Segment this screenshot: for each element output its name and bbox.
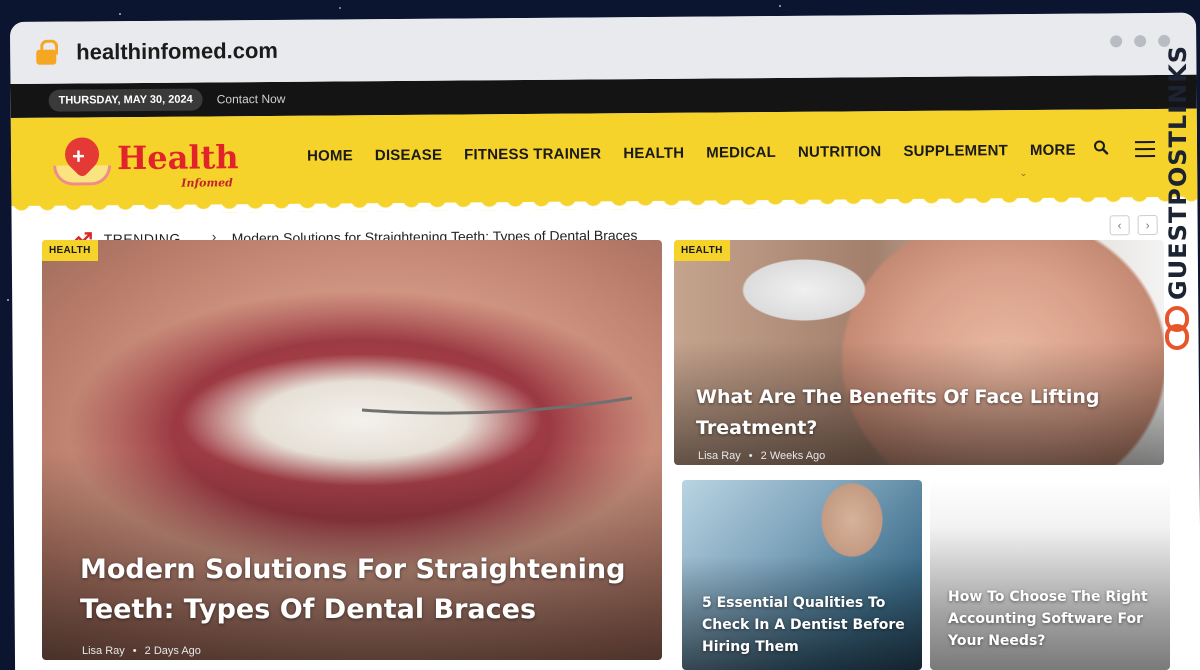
nav-item-supplement[interactable]: SUPPLEMENT: [903, 142, 1008, 160]
plus-icon: +: [71, 143, 86, 169]
prev-arrow-icon[interactable]: ‹: [1109, 215, 1130, 236]
nav-item-disease[interactable]: DISEASE: [375, 147, 442, 165]
chain-link-icon: [1165, 306, 1189, 350]
nav-item-home[interactable]: HOME: [307, 147, 353, 164]
category-badge[interactable]: HEALTH: [42, 240, 98, 261]
window-dot-icon[interactable]: [1134, 35, 1147, 48]
nav-item-fitness-trainer[interactable]: FITNESS TRAINER: [464, 145, 601, 163]
logo-subtitle: Infomed: [181, 176, 233, 190]
nav-item-health[interactable]: HEALTH: [623, 145, 684, 162]
chevron-down-icon[interactable]: ⌄: [1019, 168, 1027, 179]
window-dot-icon[interactable]: [1110, 35, 1123, 48]
date-badge: THURSDAY, MAY 30, 2024: [48, 88, 203, 112]
featured-post-card[interactable]: HEALTH Modern Solutions For Straightenin…: [42, 240, 662, 660]
contact-link[interactable]: Contact Now: [217, 92, 286, 107]
category-badge[interactable]: HEALTH: [674, 240, 730, 261]
post-title[interactable]: Modern Solutions For Straightening Teeth…: [80, 550, 640, 630]
post-title[interactable]: How To Choose The Right Accounting Softw…: [948, 586, 1158, 652]
post-meta: Lisa Ray • 2 Weeks Ago: [698, 450, 826, 462]
guestpostlinks-watermark: GUESTPOSTLINKS: [1160, 44, 1196, 360]
url-text[interactable]: healthinfomed.com: [76, 38, 278, 66]
nav-item-more[interactable]: MORE: [1030, 142, 1076, 159]
next-arrow-icon[interactable]: ›: [1137, 214, 1158, 236]
lock-icon: [36, 49, 57, 65]
main-navbar: + Health Infomed HOME DISEASE FITNESS TR…: [10, 108, 1198, 206]
menu-icon[interactable]: [1134, 141, 1156, 162]
logo-title: Health: [116, 138, 239, 178]
post-meta: Lisa Ray • 2 Days Ago: [82, 645, 201, 657]
watermark-text: GUESTPOSTLINKS: [1164, 44, 1192, 300]
window-controls: [1110, 34, 1171, 48]
author-name[interactable]: Lisa Ray: [698, 450, 741, 462]
post-card[interactable]: How To Choose The Right Accounting Softw…: [930, 480, 1170, 670]
nav-item-medical[interactable]: MEDICAL: [706, 144, 776, 162]
post-title[interactable]: 5 Essential Qualities To Check In A Dent…: [702, 592, 912, 658]
address-bar[interactable]: healthinfomed.com: [10, 12, 1197, 84]
author-name[interactable]: Lisa Ray: [82, 645, 125, 657]
post-card[interactable]: HEALTH What Are The Benefits Of Face Lif…: [674, 240, 1164, 465]
post-time: 2 Days Ago: [144, 645, 201, 657]
nav-menu: HOME DISEASE FITNESS TRAINER HEALTH MEDI…: [307, 142, 1076, 165]
braces-illustration: [362, 396, 632, 415]
site-logo[interactable]: + Health Infomed: [51, 130, 251, 192]
post-time: 2 Weeks Ago: [760, 450, 826, 462]
nav-item-nutrition[interactable]: NUTRITION: [798, 143, 882, 161]
post-card[interactable]: 5 Essential Qualities To Check In A Dent…: [682, 480, 922, 670]
search-icon[interactable]: [1093, 139, 1109, 155]
post-title[interactable]: What Are The Benefits Of Face Lifting Tr…: [696, 382, 1116, 444]
